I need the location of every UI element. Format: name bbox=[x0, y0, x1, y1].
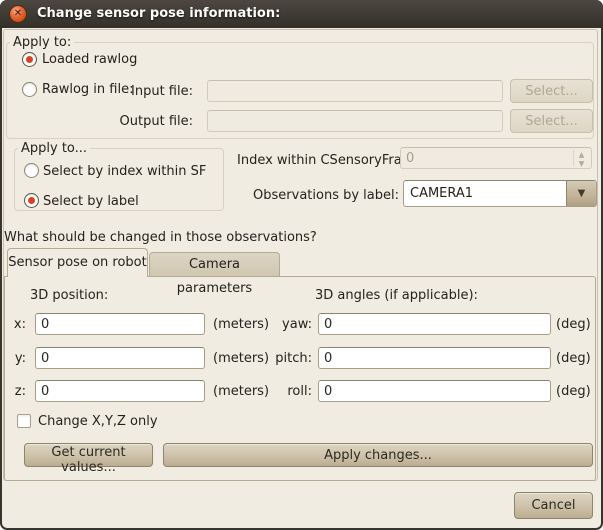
index-within-sf-label: Index within CSensoryFrame bbox=[237, 154, 422, 168]
radio-rawlog-in-file[interactable] bbox=[22, 82, 37, 97]
radio-select-by-index[interactable] bbox=[24, 163, 39, 178]
radio-select-by-label-label: Select by label bbox=[43, 195, 139, 209]
dialog-window: ✕ Change sensor pose information: Apply … bbox=[0, 0, 603, 530]
combobox-dropdown-button[interactable]: ▼ bbox=[566, 181, 596, 206]
output-file-label: Output file: bbox=[102, 115, 193, 129]
index-spinner-value: 0 bbox=[406, 151, 414, 166]
window-title: Change sensor pose information: bbox=[37, 0, 280, 28]
tab-sensor-pose[interactable]: Sensor pose on robot bbox=[7, 248, 148, 277]
question-label: What should be changed in those observat… bbox=[4, 231, 317, 245]
observations-by-label-label: Observations by label: bbox=[237, 189, 399, 203]
radio-select-by-label[interactable] bbox=[24, 193, 39, 208]
radio-loaded-rawlog[interactable] bbox=[22, 52, 37, 67]
radio-dot bbox=[26, 56, 33, 63]
sensor-pose-tab-panel bbox=[4, 276, 596, 481]
titlebar[interactable]: ✕ Change sensor pose information: bbox=[0, 0, 603, 28]
input-file-label: Input file: bbox=[102, 85, 193, 99]
spin-up-icon: ▲ bbox=[574, 150, 589, 159]
close-icon: ✕ bbox=[10, 6, 26, 21]
apply-to-legend: Apply to: bbox=[10, 35, 74, 50]
dialog-body: Apply to: Loaded rawlog Rawlog in file: … bbox=[2, 28, 601, 528]
radio-dot bbox=[28, 197, 35, 204]
spin-down-icon: ▼ bbox=[574, 159, 589, 168]
output-file-field bbox=[207, 110, 503, 132]
input-file-field bbox=[207, 80, 503, 102]
select-input-file-button: Select... bbox=[510, 79, 593, 103]
radio-loaded-rawlog-label: Loaded rawlog bbox=[42, 53, 137, 67]
spinner-arrows: ▲ ▼ bbox=[573, 150, 589, 166]
chevron-down-icon: ▼ bbox=[578, 188, 586, 199]
select-output-file-button: Select... bbox=[510, 109, 593, 133]
close-button[interactable]: ✕ bbox=[9, 5, 27, 23]
index-spinner: 0 ▲ ▼ bbox=[400, 147, 592, 169]
combobox-value: CAMERA1 bbox=[410, 181, 473, 206]
selection-legend: Apply to... bbox=[18, 141, 90, 156]
radio-select-by-index-label: Select by index within SF bbox=[43, 165, 206, 179]
observations-combobox[interactable]: CAMERA1 ▼ bbox=[403, 180, 597, 207]
cancel-button[interactable]: Cancel bbox=[514, 492, 593, 519]
tab-camera-parameters[interactable]: Camera parameters bbox=[149, 252, 280, 276]
